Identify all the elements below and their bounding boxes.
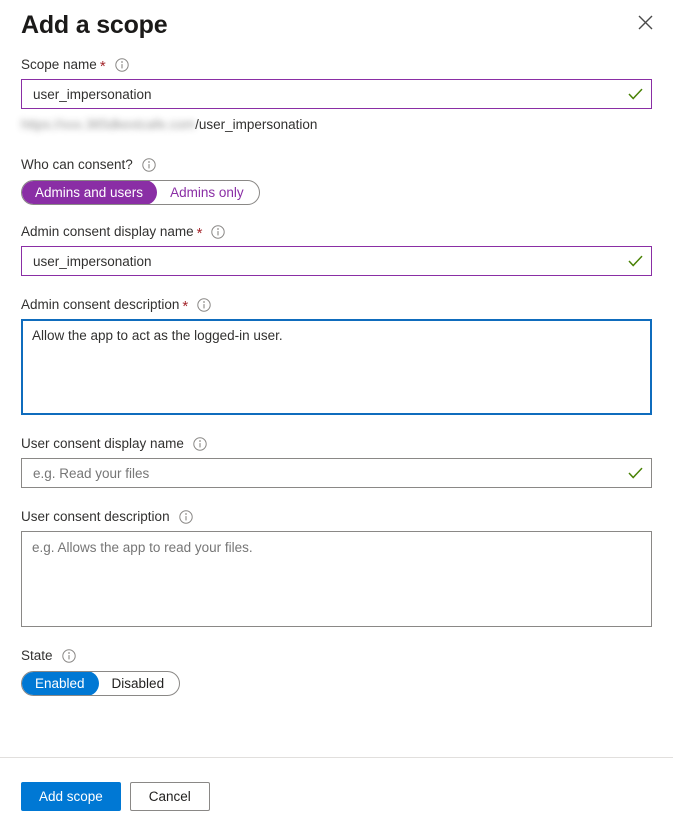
toggle-option-admins-only[interactable]: Admins only: [157, 181, 259, 204]
admin-consent-description-label: Admin consent description *: [21, 296, 652, 314]
info-icon[interactable]: [197, 298, 211, 312]
info-icon[interactable]: [193, 437, 207, 451]
user-consent-description-textarea[interactable]: [21, 531, 652, 627]
user-consent-display-name-label-text: User consent display name: [21, 436, 184, 451]
scope-uri-suffix: /user_impersonation: [195, 117, 318, 132]
info-icon[interactable]: [211, 225, 226, 239]
info-icon[interactable]: [142, 158, 156, 172]
required-asterisk: *: [99, 58, 106, 75]
scope-name-input-wrap: [21, 79, 652, 109]
add-scope-panel: Add a scope Scope name * user_impersonat…: [0, 0, 673, 835]
footer-actions: Add scope Cancel: [21, 782, 210, 811]
field-scope-name: Scope name * ht: [21, 56, 652, 134]
admin-consent-display-name-label: Admin consent display name *: [21, 223, 652, 241]
footer-divider: [0, 757, 673, 758]
close-icon: [638, 15, 653, 30]
admin-consent-description-label-text: Admin consent description: [21, 297, 180, 312]
field-state: State Enabled Disabled: [21, 647, 652, 696]
field-who-can-consent: Who can consent? Admins and users Admins…: [21, 156, 652, 205]
toggle-option-enabled[interactable]: Enabled: [22, 672, 99, 695]
page-title: Add a scope: [21, 11, 168, 39]
scope-name-label-text: Scope name: [21, 57, 97, 72]
toggle-option-disabled[interactable]: Disabled: [99, 672, 180, 695]
close-button[interactable]: [629, 6, 661, 38]
state-label: State: [21, 647, 652, 665]
cancel-button[interactable]: Cancel: [129, 782, 210, 811]
admin-consent-description-textarea[interactable]: Allow the app to act as the logged-in us…: [21, 319, 652, 415]
scope-uri-preview: https://xxx.365dkextcafe.com/user_impers…: [21, 116, 652, 134]
panel-header: Add a scope: [0, 0, 673, 56]
scope-name-label: Scope name *: [21, 56, 652, 74]
field-admin-consent-description: Admin consent description * Allow the ap…: [21, 296, 652, 415]
user-consent-display-name-input-wrap: [21, 458, 652, 488]
required-asterisk: *: [196, 225, 203, 242]
info-icon[interactable]: [178, 510, 193, 524]
who-can-consent-toggle[interactable]: Admins and users Admins only: [21, 180, 260, 205]
form-body: Scope name * ht: [0, 56, 673, 696]
admin-consent-display-name-label-text: Admin consent display name: [21, 224, 194, 239]
user-consent-display-name-label: User consent display name: [21, 435, 652, 453]
admin-consent-display-name-input[interactable]: [21, 246, 652, 276]
toggle-option-admins-and-users[interactable]: Admins and users: [21, 181, 158, 204]
user-consent-description-label-text: User consent description: [21, 509, 170, 524]
field-admin-consent-display-name: Admin consent display name *: [21, 223, 652, 276]
scope-uri-prefix-redacted: https://xxx.365dkextcafe.com: [21, 117, 196, 132]
admin-consent-display-name-input-wrap: [21, 246, 652, 276]
state-label-text: State: [21, 648, 53, 663]
field-user-consent-display-name: User consent display name: [21, 435, 652, 488]
info-icon[interactable]: [114, 58, 129, 72]
state-toggle[interactable]: Enabled Disabled: [21, 671, 181, 696]
required-asterisk: *: [182, 298, 189, 315]
info-icon[interactable]: [61, 649, 76, 663]
user-consent-description-label: User consent description: [21, 508, 652, 526]
user-consent-display-name-input[interactable]: [21, 458, 652, 488]
field-user-consent-description: User consent description: [21, 508, 652, 627]
scope-name-input[interactable]: [21, 79, 652, 109]
add-scope-button[interactable]: Add scope: [21, 782, 121, 811]
who-can-consent-label: Who can consent?: [21, 156, 652, 174]
who-can-consent-label-text: Who can consent?: [21, 157, 133, 172]
